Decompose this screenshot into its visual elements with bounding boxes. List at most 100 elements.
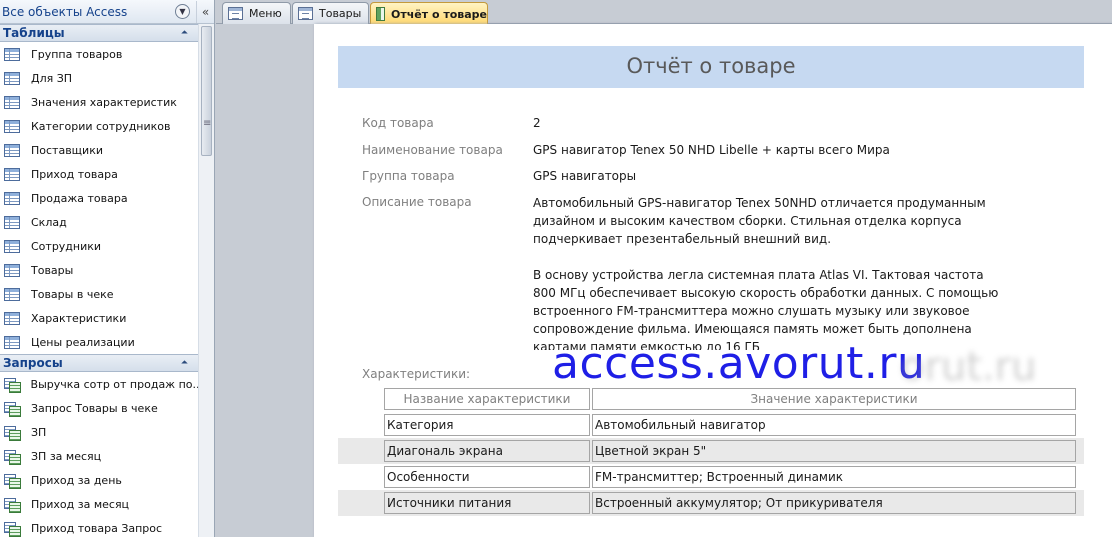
nav-item[interactable]: ЗП bbox=[0, 420, 198, 444]
characteristic-value-cell: FM-трансмиттер; Встроенный динамик bbox=[592, 466, 1076, 488]
field-value-description: Автомобильный GPS-навигатор Tenex 50NHD … bbox=[533, 194, 1003, 350]
nav-group-label: Запросы bbox=[3, 356, 63, 370]
table-icon bbox=[4, 239, 20, 253]
report-title: Отчёт о товаре bbox=[626, 54, 796, 78]
tables-list: Группа товаров Для ЗП Значения характерист… bbox=[0, 42, 198, 354]
nav-header: Все объекты Access ▼ « bbox=[0, 0, 214, 24]
field-value-code: 2 bbox=[533, 116, 541, 130]
watermark-text: access.avorut.ru bbox=[552, 338, 926, 389]
characteristics-label: Характеристики: bbox=[362, 367, 471, 381]
nav-item-label: Приход товара bbox=[31, 167, 118, 181]
nav-item[interactable]: Выручка сотр от продаж по... bbox=[0, 372, 198, 396]
nav-item-label: Товары bbox=[31, 263, 74, 277]
table-icon bbox=[4, 95, 20, 109]
table-row: Диагональ экрана Цветной экран 5" bbox=[338, 438, 1084, 464]
characteristic-name-cell: Категория bbox=[384, 414, 590, 436]
nav-item[interactable]: Товары в чеке bbox=[0, 282, 198, 306]
table-icon bbox=[4, 47, 20, 61]
nav-item-label: Поставщики bbox=[31, 143, 103, 157]
tab-products[interactable]: Товары bbox=[292, 2, 369, 24]
characteristic-value-cell: Встроенный аккумулятор; От прикуривателя bbox=[592, 492, 1076, 514]
report-page: Отчёт о товаре Код товара 2 Наименование… bbox=[314, 24, 1112, 537]
table-icon bbox=[4, 335, 20, 349]
nav-item-label: Для ЗП bbox=[31, 71, 73, 85]
characteristic-name-cell: Источники питания bbox=[384, 492, 590, 514]
nav-item[interactable]: Сотрудники bbox=[0, 234, 198, 258]
field-label-name: Наименование товара bbox=[362, 143, 503, 157]
nav-group-label: Таблицы bbox=[3, 26, 65, 40]
column-header: Название характеристики bbox=[384, 388, 590, 410]
collapse-icon[interactable]: ⏶ bbox=[181, 358, 188, 368]
document-tabs: Меню Товары Отчёт о товаре bbox=[216, 0, 1112, 25]
nav-item-label: Приход за месяц bbox=[31, 497, 130, 511]
characteristic-name-cell: Особенности bbox=[384, 466, 590, 488]
nav-item[interactable]: Приход за месяц bbox=[0, 492, 198, 516]
report-header: Отчёт о товаре bbox=[338, 46, 1084, 88]
query-icon bbox=[4, 401, 21, 417]
table-icon bbox=[4, 215, 20, 229]
query-icon bbox=[4, 497, 21, 513]
nav-item[interactable]: Группа товаров bbox=[0, 42, 198, 66]
query-icon bbox=[4, 449, 21, 465]
table-body: Категория Автомобильный навигатор Диагонал… bbox=[338, 412, 1084, 516]
query-icon bbox=[4, 521, 21, 537]
query-icon bbox=[4, 425, 21, 441]
nav-item[interactable]: Цены реализации bbox=[0, 330, 198, 354]
characteristics-table: Название характеристики Значение характе… bbox=[338, 386, 1084, 516]
table-row: Источники питания Встроенный аккумулятор;… bbox=[338, 490, 1084, 516]
nav-item[interactable]: ЗП за месяц bbox=[0, 444, 198, 468]
grip-icon: ≡ bbox=[203, 118, 212, 129]
table-icon bbox=[4, 311, 20, 325]
nav-item[interactable]: Поставщики bbox=[0, 138, 198, 162]
tab-label: Отчёт о товаре bbox=[391, 7, 487, 21]
nav-item[interactable]: Приход товара bbox=[0, 162, 198, 186]
field-label-code: Код товара bbox=[362, 116, 434, 130]
nav-item[interactable]: Приход товара Запрос bbox=[0, 516, 198, 537]
field-value-name: GPS навигатор Tenex 50 NHD Libelle + кар… bbox=[533, 143, 890, 157]
table-icon bbox=[4, 263, 20, 277]
navigation-pane: Все объекты Access ▼ « Таблицы ⏶ Группа … bbox=[0, 0, 215, 537]
nav-item-label: Приход товара Запрос bbox=[31, 521, 163, 535]
nav-group-tables[interactable]: Таблицы ⏶ bbox=[0, 24, 198, 42]
tab-product-report[interactable]: Отчёт о товаре bbox=[370, 2, 488, 25]
scrollbar-thumb[interactable] bbox=[201, 26, 212, 156]
nav-scrollbar[interactable]: ≡ bbox=[198, 24, 214, 537]
nav-item-label: Склад bbox=[31, 215, 67, 229]
nav-group-queries[interactable]: Запросы ⏶ bbox=[0, 354, 198, 372]
nav-item[interactable]: Склад bbox=[0, 210, 198, 234]
characteristic-name-cell: Диагональ экрана bbox=[384, 440, 590, 462]
nav-item[interactable]: Продажа товара bbox=[0, 186, 198, 210]
table-row: Категория Автомобильный навигатор bbox=[338, 412, 1084, 438]
chevron-down-icon[interactable]: ▼ bbox=[175, 4, 190, 19]
shutter-bar-close-icon[interactable]: « bbox=[196, 0, 214, 23]
nav-item-label: Категории сотрудников bbox=[31, 119, 171, 133]
collapse-icon[interactable]: ⏶ bbox=[181, 28, 188, 38]
field-value-group: GPS навигаторы bbox=[533, 169, 637, 183]
nav-item[interactable]: Товары bbox=[0, 258, 198, 282]
nav-title[interactable]: Все объекты Access bbox=[2, 5, 175, 19]
nav-list: Таблицы ⏶ Группа товаров Для ЗП Значения х… bbox=[0, 24, 198, 537]
nav-item-label: Сотрудники bbox=[31, 239, 102, 253]
nav-item[interactable]: Для ЗП bbox=[0, 66, 198, 90]
table-row: Особенности FM-трансмиттер; Встроенный ди… bbox=[338, 464, 1084, 490]
table-icon bbox=[4, 191, 20, 205]
nav-item[interactable]: Характеристики bbox=[0, 306, 198, 330]
tab-label: Меню bbox=[249, 7, 282, 20]
tab-menu[interactable]: Меню bbox=[222, 2, 291, 24]
nav-item[interactable]: Приход за день bbox=[0, 468, 198, 492]
query-icon bbox=[4, 473, 21, 489]
nav-item-label: Приход за день bbox=[31, 473, 122, 487]
nav-item-label: Цены реализации bbox=[31, 335, 135, 349]
table-icon bbox=[4, 119, 20, 133]
nav-item[interactable]: Категории сотрудников bbox=[0, 114, 198, 138]
description-paragraph: Автомобильный GPS-навигатор Tenex 50NHD … bbox=[533, 196, 986, 246]
nav-item[interactable]: Запрос Товары в чеке bbox=[0, 396, 198, 420]
nav-item[interactable]: Значения характеристик bbox=[0, 90, 198, 114]
form-icon bbox=[228, 7, 243, 20]
nav-item-label: Товары в чеке bbox=[31, 287, 114, 301]
nav-item-label: Запрос Товары в чеке bbox=[31, 401, 158, 415]
column-header: Значение характеристики bbox=[592, 388, 1076, 410]
nav-item-label: Значения характеристик bbox=[31, 95, 177, 109]
query-icon bbox=[4, 377, 21, 393]
field-label-description: Описание товара bbox=[362, 195, 472, 209]
